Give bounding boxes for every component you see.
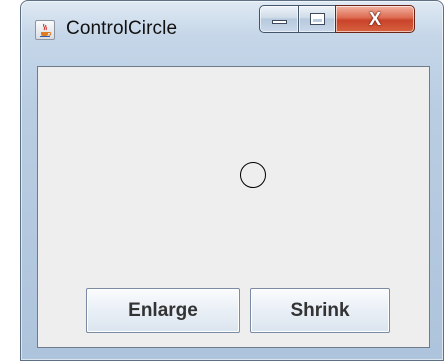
maximize-icon bbox=[310, 13, 325, 25]
window-title: ControlCircle bbox=[66, 18, 178, 39]
close-button[interactable]: X bbox=[335, 5, 415, 33]
maximize-button[interactable] bbox=[298, 5, 336, 33]
minimize-button[interactable] bbox=[259, 5, 299, 33]
title-bar[interactable]: ControlCircle X bbox=[21, 1, 443, 53]
circle-shape bbox=[240, 162, 266, 188]
app-window: ControlCircle X Enlarge Shrink bbox=[20, 0, 444, 361]
content-panel: Enlarge Shrink bbox=[37, 66, 430, 348]
minimize-icon bbox=[272, 20, 287, 24]
shrink-button[interactable]: Shrink bbox=[250, 288, 390, 333]
enlarge-button[interactable]: Enlarge bbox=[86, 288, 240, 333]
close-icon: X bbox=[368, 9, 381, 29]
java-coffee-icon[interactable] bbox=[35, 20, 55, 40]
